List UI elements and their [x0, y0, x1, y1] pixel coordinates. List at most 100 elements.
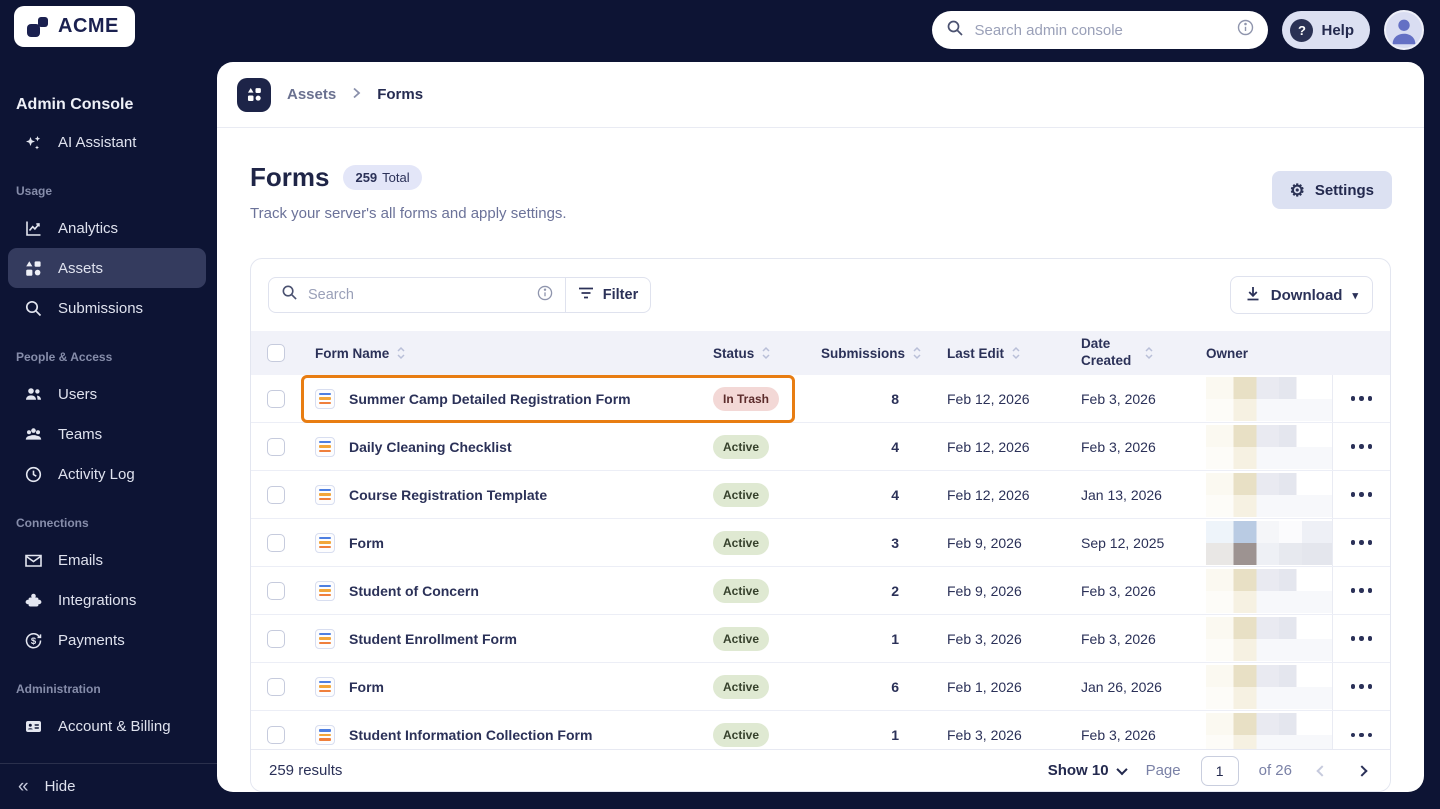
admin-search-box[interactable]	[932, 11, 1269, 49]
previous-page-button[interactable]	[1312, 761, 1332, 781]
sort-icon[interactable]	[396, 346, 406, 360]
table-search-input[interactable]	[308, 287, 527, 303]
row-actions-menu-icon[interactable]	[1345, 486, 1379, 503]
row-actions-menu-icon[interactable]	[1345, 727, 1379, 744]
row-actions-menu-icon[interactable]	[1345, 390, 1379, 407]
row-actions-menu-icon[interactable]	[1345, 534, 1379, 551]
owner-redacted	[1206, 424, 1332, 469]
form-document-icon	[315, 532, 335, 553]
row-checkbox[interactable]	[267, 485, 285, 504]
row-checkbox[interactable]	[267, 437, 285, 456]
search-icon	[281, 284, 298, 306]
download-button[interactable]: Download ▾	[1229, 276, 1373, 314]
sidebar-item-label: AI Assistant	[58, 133, 137, 151]
sort-icon[interactable]	[1144, 346, 1154, 360]
last-edit-value: Feb 9, 2026	[947, 582, 1022, 599]
date-created-value: Feb 3, 2026	[1081, 390, 1156, 407]
row-actions-menu-icon[interactable]	[1345, 630, 1379, 647]
status-badge: Active	[713, 674, 770, 699]
sidebar-collapse-button[interactable]: « Hide	[0, 763, 217, 809]
form-name[interactable]: Student Information Collection Form	[349, 727, 592, 743]
form-name[interactable]: Daily Cleaning Checklist	[349, 439, 512, 455]
sidebar-item-account-billing[interactable]: Account & Billing	[8, 706, 206, 746]
sidebar-item-users[interactable]: Users	[8, 374, 206, 414]
teams-icon	[24, 425, 43, 444]
row-checkbox[interactable]	[267, 629, 285, 648]
column-header-submissions[interactable]: Submissions	[821, 346, 905, 361]
column-header-last-edit[interactable]: Last Edit	[947, 346, 1004, 361]
acme-logo[interactable]: ACME	[14, 6, 135, 47]
user-avatar[interactable]	[1384, 10, 1424, 50]
column-header-date-created[interactable]: Date Created	[1081, 336, 1137, 370]
owner-redacted	[1206, 376, 1332, 421]
table-row: Student Information Collection Form Acti…	[251, 711, 1390, 749]
owner-redacted	[1206, 616, 1332, 661]
form-name[interactable]: Form	[349, 535, 384, 551]
last-edit-value: Feb 3, 2026	[947, 630, 1022, 647]
submissions-value: 8	[891, 390, 899, 407]
sidebar-item-label: Activity Log	[58, 465, 135, 483]
users-icon	[24, 385, 43, 404]
form-name[interactable]: Form	[349, 679, 384, 695]
analytics-chart-icon	[24, 219, 43, 238]
filter-button[interactable]: Filter	[566, 277, 651, 313]
row-checkbox[interactable]	[267, 533, 285, 552]
table-search-box[interactable]	[268, 277, 566, 313]
column-header-status[interactable]: Status	[713, 346, 754, 361]
gear-icon: ⚙	[1289, 180, 1305, 200]
column-header-owner[interactable]: Owner	[1206, 346, 1248, 361]
sidebar-item-teams[interactable]: Teams	[8, 414, 206, 454]
admin-search-input[interactable]	[974, 21, 1228, 39]
total-count-badge: 259 Total	[343, 165, 422, 190]
date-created-value: Feb 3, 2026	[1081, 582, 1156, 599]
results-count: 259 results	[269, 762, 343, 779]
form-name[interactable]: Student Enrollment Form	[349, 631, 517, 647]
sidebar-item-label: Integrations	[58, 591, 137, 609]
collapse-chevrons-icon: «	[18, 776, 29, 797]
submissions-value: 1	[891, 727, 899, 743]
help-button[interactable]: ? Help	[1282, 11, 1370, 49]
row-actions-menu-icon[interactable]	[1345, 678, 1379, 695]
payments-dollar-icon: $	[24, 631, 43, 650]
select-all-checkbox[interactable]	[267, 344, 285, 362]
next-page-button[interactable]	[1352, 761, 1372, 781]
sidebar-item-submissions[interactable]: Submissions	[8, 288, 206, 328]
sort-icon[interactable]	[761, 346, 771, 360]
form-document-icon	[315, 580, 335, 601]
sidebar-item-ai-assistant[interactable]: AI Assistant	[8, 122, 206, 162]
row-checkbox[interactable]	[267, 726, 285, 744]
question-icon: ?	[1290, 18, 1314, 42]
sidebar-item-payments[interactable]: $ Payments	[8, 620, 206, 660]
person-icon	[1392, 19, 1416, 45]
column-header-form-name[interactable]: Form Name	[315, 346, 389, 361]
sidebar-item-label: Analytics	[58, 219, 119, 237]
info-icon[interactable]	[1237, 19, 1254, 41]
info-icon[interactable]	[537, 285, 553, 306]
form-name[interactable]: Course Registration Template	[349, 487, 547, 503]
row-checkbox[interactable]	[267, 581, 285, 600]
settings-label: Settings	[1314, 181, 1374, 199]
date-created-value: Jan 13, 2026	[1081, 486, 1162, 503]
page-size-select[interactable]: Show 10	[1048, 762, 1128, 779]
row-checkbox[interactable]	[267, 389, 285, 408]
sidebar-item-assets[interactable]: Assets	[8, 248, 206, 288]
sidebar-item-activity-log[interactable]: Activity Log	[8, 454, 206, 494]
row-checkbox[interactable]	[267, 677, 285, 696]
sidebar-item-integrations[interactable]: Integrations	[8, 580, 206, 620]
row-actions-menu-icon[interactable]	[1345, 582, 1379, 599]
sidebar-item-emails[interactable]: Emails	[8, 540, 206, 580]
form-name[interactable]: Student of Concern	[349, 583, 479, 599]
page-number-input[interactable]	[1200, 755, 1239, 786]
submissions-value: 4	[891, 438, 899, 455]
settings-button[interactable]: ⚙ Settings	[1271, 171, 1392, 209]
breadcrumb-assets-link[interactable]: Assets	[287, 86, 336, 103]
sidebar-item-analytics[interactable]: Analytics	[8, 208, 206, 248]
sort-icon[interactable]	[1011, 346, 1021, 360]
total-label: Total	[382, 170, 410, 185]
row-actions-menu-icon[interactable]	[1345, 438, 1379, 455]
sort-icon[interactable]	[912, 346, 922, 360]
clock-history-icon	[24, 465, 43, 484]
form-name[interactable]: Summer Camp Detailed Registration Form	[349, 391, 631, 407]
form-document-icon	[315, 436, 335, 457]
sidebar-item-label: Users	[58, 385, 98, 403]
